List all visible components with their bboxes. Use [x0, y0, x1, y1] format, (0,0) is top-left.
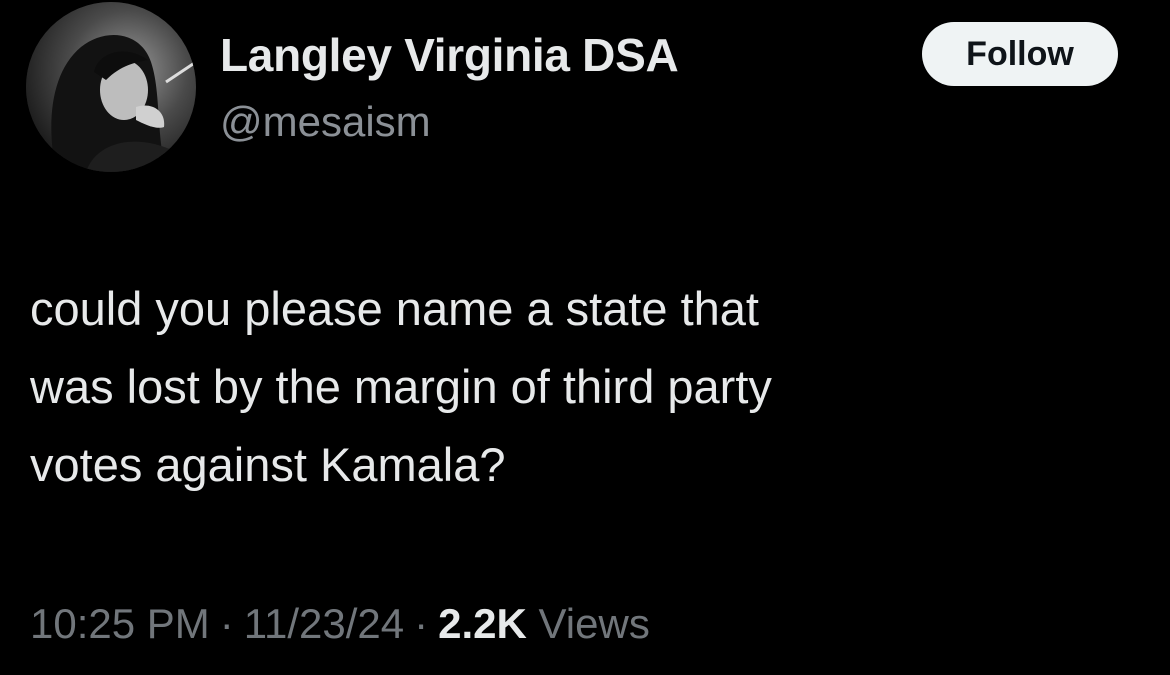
tweet-card: Langley Virginia DSA @mesaism Follow cou… [0, 0, 1170, 675]
avatar-photo [26, 2, 196, 172]
avatar[interactable] [26, 2, 196, 172]
tweet-text-line: votes against Kamala? [30, 438, 506, 491]
tweet-date[interactable]: 11/23/24 [244, 600, 404, 647]
tweet-text: could you please name a state that was l… [30, 270, 1140, 504]
follow-button[interactable]: Follow [922, 22, 1118, 86]
meta-separator: · [219, 600, 234, 647]
tweet-text-line: could you please name a state that [30, 282, 759, 335]
meta-separator: · [414, 600, 429, 647]
author-handle[interactable]: @mesaism [220, 98, 431, 146]
tweet-meta: 10:25 PM · 11/23/24 · 2.2K Views [30, 600, 650, 648]
author-display-name[interactable]: Langley Virginia DSA [220, 28, 679, 82]
views-label: Views [538, 600, 650, 647]
views-count: 2.2K [438, 600, 527, 647]
tweet-time[interactable]: 10:25 PM [30, 600, 210, 647]
tweet-text-line: was lost by the margin of third party [30, 360, 772, 413]
